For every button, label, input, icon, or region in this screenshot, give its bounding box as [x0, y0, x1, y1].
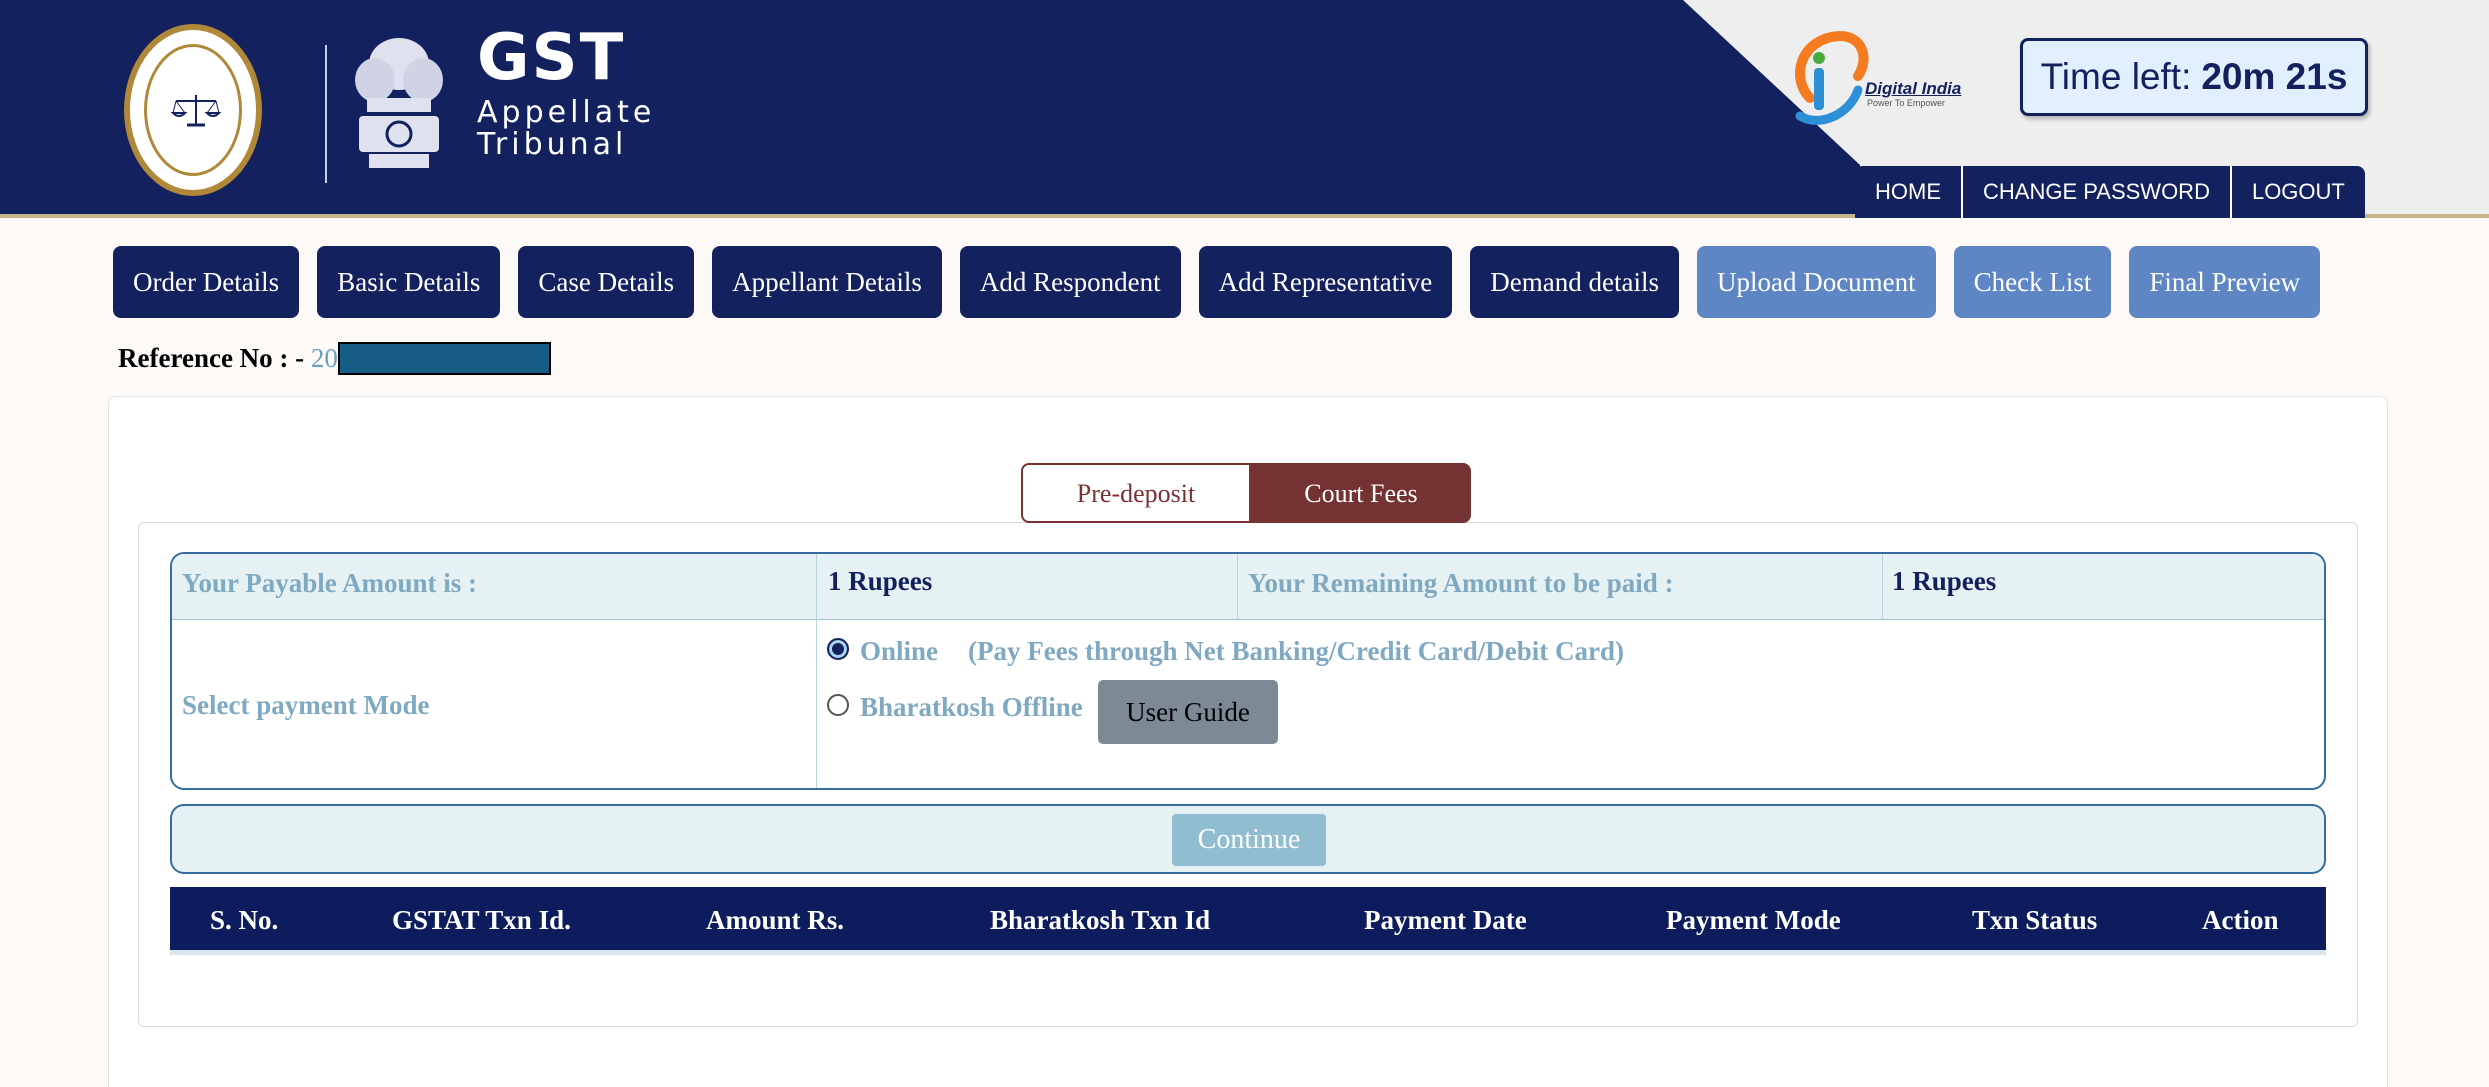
payment-details-table: Your Payable Amount is : 1 Rupees Your R… — [170, 552, 2326, 790]
step-add-representative-button[interactable]: Add Representative — [1198, 246, 1453, 318]
nav-change-password-link[interactable]: CHANGE PASSWORD — [1963, 166, 2232, 218]
step-order-details-button[interactable]: Order Details — [113, 246, 300, 318]
header: GST Appellate Tribunal Digital India Pow… — [0, 0, 2489, 218]
cell-divider — [1882, 554, 1883, 620]
tribunal-seal-logo — [124, 24, 262, 196]
online-description: (Pay Fees through Net Banking/Credit Car… — [968, 636, 1624, 666]
step-check-list-button[interactable]: Check List — [1953, 246, 2112, 318]
user-guide-button[interactable]: User Guide — [1098, 680, 1278, 744]
logo-divider — [325, 45, 327, 183]
digital-india-title: Digital India — [1865, 79, 1962, 98]
payment-mode-label: Select payment Mode — [182, 690, 430, 720]
reference-redaction — [337, 342, 551, 375]
online-radio[interactable] — [827, 638, 849, 660]
payable-amount-label: Your Payable Amount is : — [182, 568, 478, 598]
timer-value: 20m 21s — [2201, 56, 2348, 97]
continue-bar: Continue — [170, 804, 2326, 874]
cell-divider — [1237, 554, 1238, 620]
column-divider — [816, 554, 817, 788]
continue-button[interactable]: Continue — [1172, 814, 1326, 866]
step-add-respondent-button[interactable]: Add Respondent — [959, 246, 1181, 318]
step-case-details-button[interactable]: Case Details — [518, 246, 695, 318]
fee-type-toggle: Pre-deposit Court Fees — [1021, 463, 1471, 523]
scales-icon — [171, 95, 221, 127]
step-tabs: Order Details Basic Details Case Details… — [113, 246, 2321, 318]
remaining-amount-value: 1 Rupees — [1892, 566, 1997, 596]
column-header-s-no: S. No. — [210, 905, 279, 935]
brand-subtitle-line1: Appellate — [477, 95, 656, 130]
reference-value: 20 — [310, 343, 338, 373]
column-header-payment-date: Payment Date — [1364, 905, 1527, 935]
online-radio-label[interactable]: Online — [860, 636, 938, 667]
step-upload-document-button[interactable]: Upload Document — [1696, 246, 1936, 318]
bharatkosh-offline-label[interactable]: Bharatkosh Offline — [860, 692, 1083, 723]
brand-subtitle-line2: Tribunal — [477, 127, 628, 162]
step-basic-details-button[interactable]: Basic Details — [317, 246, 501, 318]
step-final-preview-button[interactable]: Final Preview — [2129, 246, 2321, 318]
brand-title: GST — [477, 21, 626, 95]
seal-inner-ring — [144, 44, 242, 176]
session-timer: Time left: 20m 21s — [2020, 38, 2368, 116]
nav-home-link[interactable]: HOME — [1855, 166, 1963, 218]
digital-india-logo-icon — [1795, 30, 1869, 125]
tab-pre-deposit[interactable]: Pre-deposit — [1021, 463, 1251, 523]
remaining-amount-label: Your Remaining Amount to be paid : — [1248, 568, 1674, 598]
column-header-gstat-txn-id: GSTAT Txn Id. — [392, 905, 571, 935]
reference-label: Reference No : - — [118, 343, 305, 373]
national-emblem-icon — [355, 38, 443, 168]
payable-amount-value: 1 Rupees — [828, 566, 933, 596]
reference-number: Reference No : - 20 — [118, 342, 551, 375]
bharatkosh-offline-radio[interactable] — [827, 694, 849, 716]
top-navigation: HOME CHANGE PASSWORD LOGOUT — [1855, 166, 2365, 218]
column-header-payment-mode: Payment Mode — [1666, 905, 1841, 935]
column-header-action: Action — [2202, 905, 2279, 935]
tab-court-fees[interactable]: Court Fees — [1251, 463, 1471, 523]
column-header-amount: Amount Rs. — [706, 905, 845, 935]
column-header-bharatkosh-txn-id: Bharatkosh Txn Id — [990, 905, 1211, 935]
amount-row: Your Payable Amount is : 1 Rupees Your R… — [172, 554, 2324, 620]
step-appellant-details-button[interactable]: Appellant Details — [712, 246, 942, 318]
column-header-txn-status: Txn Status — [1972, 905, 2098, 935]
nav-logout-link[interactable]: LOGOUT — [2232, 166, 2365, 218]
transaction-table-header: S. No. GSTAT Txn Id. Amount Rs. Bharatko… — [170, 887, 2326, 955]
timer-label: Time left: — [2040, 56, 2192, 97]
digital-india-subtitle: Power To Empower — [1867, 98, 1945, 108]
step-demand-details-button[interactable]: Demand details — [1470, 246, 1679, 318]
